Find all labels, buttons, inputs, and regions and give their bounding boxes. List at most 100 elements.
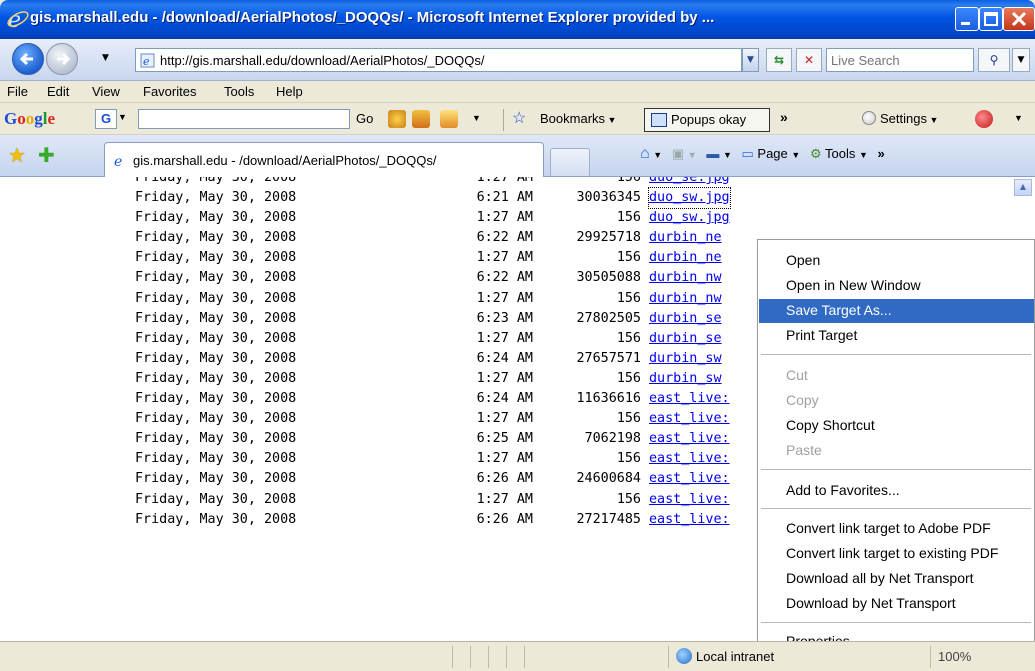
- file-link[interactable]: durbin_nw: [649, 289, 722, 309]
- close-button[interactable]: [1003, 7, 1035, 31]
- file-link[interactable]: east_live:: [649, 510, 730, 530]
- title-bar[interactable]: e gis.marshall.edu - /download/AerialPho…: [0, 0, 1035, 39]
- bookmarks-label: Bookmarks: [540, 111, 606, 126]
- forward-button[interactable]: [46, 43, 78, 75]
- popups-okay-button[interactable]: Popups okay: [644, 108, 770, 132]
- tab-active[interactable]: e gis.marshall.edu - /download/AerialPho…: [104, 142, 544, 178]
- menu-tools[interactable]: Tools: [224, 84, 254, 99]
- google-toolbar: Google G ▼ Go ▼ ☆ Bookmarks ▼ Popups oka…: [0, 103, 1035, 135]
- file-link[interactable]: duo_sw.jpg: [649, 208, 730, 228]
- back-button[interactable]: [12, 43, 44, 75]
- google-search-input[interactable]: [138, 109, 350, 129]
- svg-text:e: e: [114, 154, 122, 168]
- menu-edit[interactable]: Edit: [47, 84, 69, 99]
- google-g-button[interactable]: G: [95, 109, 117, 129]
- file-date: Friday, May 30, 2008: [135, 471, 297, 487]
- feeds-button[interactable]: ▣ ▼: [672, 146, 697, 162]
- menu-view[interactable]: View: [92, 84, 120, 99]
- toolbar-divider: [503, 109, 504, 131]
- file-time: 1:27 AM: [476, 451, 533, 467]
- file-time: 1:27 AM: [476, 491, 533, 507]
- file-size: 30505088: [576, 270, 642, 286]
- more-tools-dropdown[interactable]: ▼: [472, 113, 481, 123]
- maximize-button[interactable]: [979, 7, 1003, 31]
- zoom-level[interactable]: 100%: [938, 649, 971, 664]
- menu-item-download-nt[interactable]: Download by Net Transport: [759, 592, 1034, 616]
- scroll-up-button[interactable]: ▲: [1014, 179, 1032, 196]
- refresh-button[interactable]: ⇆: [766, 48, 792, 72]
- menu-file[interactable]: File: [7, 84, 28, 99]
- file-link[interactable]: duo_sw.jpg: [648, 187, 731, 210]
- favorites-center-icon[interactable]: ★: [8, 143, 26, 167]
- stop-button[interactable]: ✕: [796, 48, 822, 72]
- menu-item-save-target-as[interactable]: Save Target As...: [759, 299, 1034, 323]
- file-link[interactable]: durbin_ne: [649, 248, 722, 268]
- search-input[interactable]: [831, 53, 971, 68]
- menu-item-download-all-nt[interactable]: Download all by Net Transport: [759, 567, 1034, 591]
- ie-logo-icon: e: [7, 8, 29, 31]
- status-pane: [506, 646, 507, 668]
- file-time: 6:22 AM: [476, 230, 533, 246]
- command-overflow-chevron[interactable]: »: [878, 146, 885, 161]
- file-link[interactable]: durbin_se: [649, 329, 722, 349]
- file-size: 156: [616, 330, 641, 346]
- minimize-button[interactable]: [955, 7, 979, 31]
- file-link[interactable]: durbin_se: [649, 309, 722, 329]
- file-size: 24600684: [576, 471, 642, 487]
- menu-item-convert-existing-pdf[interactable]: Convert link target to existing PDF: [759, 542, 1034, 566]
- highlight-icon[interactable]: [440, 110, 458, 128]
- file-link[interactable]: durbin_sw: [649, 369, 722, 389]
- file-date: Friday, May 30, 2008: [135, 190, 297, 206]
- file-link[interactable]: east_live:: [649, 469, 730, 489]
- menu-item-print-target[interactable]: Print Target: [759, 324, 1034, 348]
- translate-icon[interactable]: [975, 110, 993, 128]
- menu-help[interactable]: Help: [276, 84, 303, 99]
- address-field[interactable]: e http://gis.marshall.edu/download/Aeria…: [135, 48, 742, 72]
- translate-dropdown[interactable]: ▼: [1014, 113, 1023, 123]
- file-size: 156: [616, 451, 641, 467]
- news-icon[interactable]: [412, 110, 430, 128]
- bookmarks-button[interactable]: ☆ Bookmarks ▼: [512, 110, 616, 127]
- file-link[interactable]: east_live:: [649, 409, 730, 429]
- file-size: 156: [616, 411, 641, 427]
- context-menu: Open Open in New Window Save Target As..…: [757, 239, 1035, 657]
- menu-item-convert-adobe-pdf[interactable]: Convert link target to Adobe PDF: [759, 517, 1034, 541]
- recent-pages-dropdown[interactable]: ▼: [102, 53, 109, 63]
- file-link[interactable]: durbin_nw: [649, 268, 722, 288]
- settings-icon: [862, 111, 876, 125]
- menu-item-copy-shortcut[interactable]: Copy Shortcut: [759, 414, 1034, 438]
- file-link[interactable]: east_live:: [649, 449, 730, 469]
- pagerank-icon[interactable]: [388, 110, 406, 128]
- new-tab-button[interactable]: [550, 148, 590, 176]
- address-dropdown[interactable]: ▼: [742, 48, 759, 72]
- menu-favorites[interactable]: Favorites: [143, 84, 196, 99]
- page-menu[interactable]: ▭ Page ▼: [741, 146, 800, 162]
- file-link[interactable]: duo_se.jpg: [649, 177, 730, 188]
- file-link[interactable]: east_live:: [649, 389, 730, 409]
- toolbar-overflow-chevron[interactable]: »: [780, 109, 788, 125]
- file-link[interactable]: durbin_sw: [649, 349, 722, 369]
- status-pane: [668, 646, 669, 668]
- menu-item-open[interactable]: Open: [759, 249, 1034, 273]
- menu-item-add-to-favorites[interactable]: Add to Favorites...: [759, 479, 1034, 503]
- tools-menu[interactable]: ⚙ Tools ▼: [810, 146, 868, 162]
- search-button[interactable]: ⚲: [978, 48, 1010, 72]
- file-size: 156: [616, 250, 641, 266]
- menu-item-open-new-window[interactable]: Open in New Window: [759, 274, 1034, 298]
- file-time: 6:25 AM: [476, 431, 533, 447]
- star-icon: ☆: [512, 110, 527, 127]
- settings-button[interactable]: Settings ▼: [862, 111, 938, 126]
- back-arrow-icon: [19, 52, 33, 66]
- file-size: 7062198: [584, 431, 641, 447]
- search-options-dropdown[interactable]: ▼: [1012, 48, 1030, 72]
- google-menu-dropdown[interactable]: ▼: [118, 112, 127, 122]
- file-link[interactable]: east_live:: [649, 490, 730, 510]
- live-search-box[interactable]: [826, 48, 974, 72]
- google-go-button[interactable]: Go: [356, 111, 373, 126]
- file-link[interactable]: durbin_ne: [649, 228, 722, 248]
- print-button[interactable]: ▬ ▼: [706, 146, 732, 161]
- file-link[interactable]: east_live:: [649, 429, 730, 449]
- home-button[interactable]: ⌂ ▼: [640, 145, 662, 163]
- file-time: 6:26 AM: [476, 511, 533, 527]
- add-favorites-icon[interactable]: ✚: [38, 143, 55, 167]
